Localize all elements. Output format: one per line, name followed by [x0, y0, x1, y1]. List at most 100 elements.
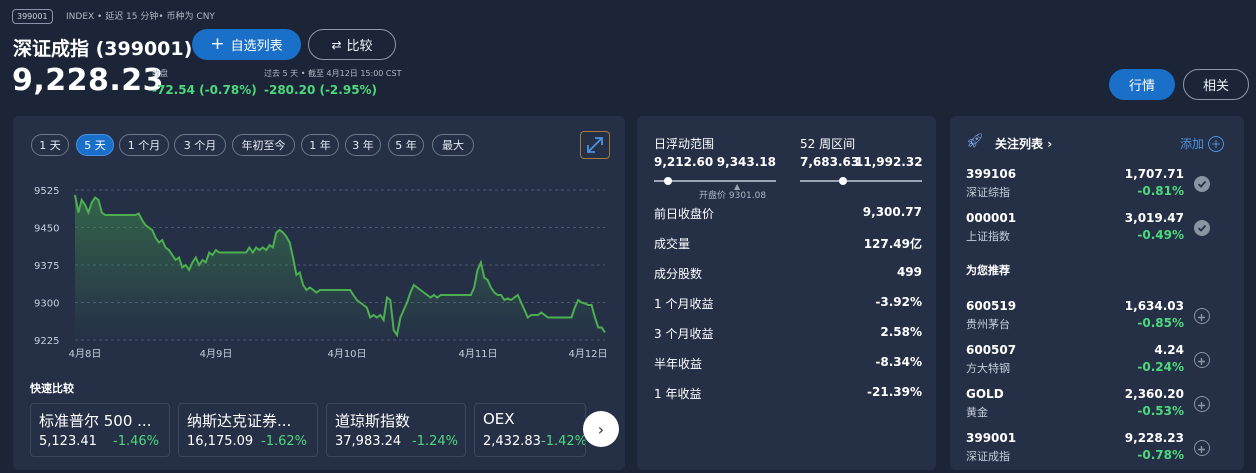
- symbol-price: 1,634.03: [1124, 299, 1184, 313]
- symbol-name: 方大特钢: [966, 362, 1010, 375]
- week52-bar: [800, 180, 922, 182]
- symbol-price: 1,707.71: [1124, 167, 1184, 181]
- watchlist-row[interactable]: 000001 上证指数 3,019.47 -0.49%: [966, 211, 1210, 247]
- stat-row: 1 个月收益 -3.92%: [654, 295, 922, 315]
- card-price: 16,175.09: [187, 434, 254, 449]
- plus-circle-icon: +: [1208, 135, 1225, 152]
- card-change: -1.24%: [412, 434, 458, 449]
- quick-compare-card[interactable]: 标准普尔 500 ... 5,123.41 -1.46%: [30, 403, 170, 457]
- watchlist-row[interactable]: 600507 方大特钢 4.24 -0.24%: [966, 343, 1210, 379]
- symbol-code: 600507: [966, 343, 1017, 357]
- symbol-name: 深证综指: [966, 186, 1010, 199]
- card-change: -1.42%: [541, 434, 586, 449]
- plus-circle-icon[interactable]: [1194, 352, 1210, 368]
- card-price: 5,123.41: [39, 434, 97, 449]
- week52-label: 52 周区间: [800, 137, 856, 151]
- price-area: [75, 195, 605, 340]
- x-tick-label: 4月10日: [327, 348, 366, 360]
- plus-circle-icon[interactable]: [1194, 440, 1210, 456]
- day-range-label: 日浮动范围: [654, 137, 715, 151]
- x-tick-label: 4月8日: [69, 348, 102, 360]
- price-chart[interactable]: 9525 9450 9375 9300 9225 4月8日 4月9日 4月10日 4月11日 4月…: [0, 0, 625, 370]
- check-circle-icon[interactable]: [1194, 176, 1210, 192]
- symbol-change: -0.49%: [1137, 228, 1184, 242]
- symbol-change: -0.24%: [1137, 360, 1184, 374]
- quick-compare-title: 快速比较: [30, 382, 74, 395]
- symbol-code: 399106: [966, 167, 1017, 181]
- stat-label: 1 年收益: [654, 387, 702, 401]
- stat-label: 1 个月收益: [654, 297, 714, 311]
- card-name: 纳斯达克证券...: [187, 412, 292, 430]
- stat-value: -8.34%: [875, 355, 922, 369]
- chevron-right-icon: ›: [597, 419, 605, 439]
- rocket-icon: 🚀︎: [966, 133, 984, 149]
- watchlist-row[interactable]: 399001 深证成指 9,228.23 -0.78%: [966, 431, 1210, 467]
- watchlist-title-text: 关注列表: [995, 137, 1044, 151]
- symbol-code: GOLD: [966, 387, 1004, 401]
- watchlist-row[interactable]: GOLD 黄金 2,360.20 -0.53%: [966, 387, 1210, 423]
- card-price: 37,983.24: [335, 434, 402, 449]
- x-tick-label: 4月9日: [200, 348, 233, 360]
- day-range-bar: [654, 180, 776, 182]
- next-button[interactable]: ›: [583, 411, 619, 447]
- stat-value: 2.58%: [880, 325, 922, 339]
- check-circle-icon[interactable]: [1194, 220, 1210, 236]
- symbol-price: 2,360.20: [1124, 387, 1184, 401]
- week52-high: 11,992.32: [855, 155, 923, 169]
- stat-label: 成分股数: [654, 267, 703, 281]
- y-tick-label: 9225: [34, 336, 59, 347]
- tab-quote[interactable]: 行情: [1109, 69, 1175, 100]
- card-change: -1.46%: [113, 434, 159, 449]
- symbol-price: 3,019.47: [1124, 211, 1184, 225]
- quick-compare-card[interactable]: 纳斯达克证券... 16,175.09 -1.62%: [178, 403, 318, 457]
- watchlist-title[interactable]: 关注列表 ›: [995, 135, 1052, 152]
- watchlist-add-button[interactable]: 添加 +: [1180, 135, 1225, 152]
- stat-label: 前日收盘价: [654, 207, 715, 221]
- symbol-price: 9,228.23: [1124, 431, 1184, 445]
- stat-value: 9,300.77: [862, 205, 922, 219]
- stat-row: 前日收盘价 9,300.77: [654, 205, 922, 225]
- stat-row: 1 年收益 -21.39%: [654, 385, 922, 405]
- symbol-price: 4.24: [1154, 343, 1184, 357]
- day-range-marker: [664, 177, 672, 185]
- card-name: 道琼斯指数: [335, 412, 411, 430]
- plus-circle-icon[interactable]: [1194, 396, 1210, 412]
- stat-row: 成分股数 499: [654, 265, 922, 285]
- card-price: 2,432.83: [483, 434, 541, 449]
- y-tick-label: 9375: [34, 261, 59, 272]
- card-name: OEX: [483, 410, 515, 428]
- quick-compare-card[interactable]: 道琼斯指数 37,983.24 -1.24%: [326, 403, 466, 457]
- symbol-code: 399001: [966, 431, 1017, 445]
- week52-marker: [839, 177, 847, 185]
- symbol-name: 黄金: [966, 406, 988, 419]
- symbol-change: -0.85%: [1137, 316, 1184, 330]
- open-price-label: 开盘价 9301.08: [699, 191, 767, 201]
- stat-label: 半年收益: [654, 357, 703, 371]
- x-tick-label: 4月11日: [458, 348, 497, 360]
- stats-panel: [637, 116, 936, 470]
- watchlist-row[interactable]: 399106 深证综指 1,707.71 -0.81%: [966, 167, 1210, 203]
- quick-compare-card[interactable]: OEX 2,432.83 -1.42%: [474, 403, 586, 457]
- day-low: 9,212.60: [654, 155, 714, 169]
- tab-related[interactable]: 相关: [1183, 69, 1249, 100]
- y-tick-label: 9525: [34, 186, 59, 197]
- stat-label: 成交量: [654, 237, 691, 251]
- symbol-name: 上证指数: [966, 230, 1010, 243]
- symbol-change: -0.78%: [1137, 448, 1184, 462]
- y-tick-label: 9450: [34, 224, 59, 235]
- stat-value: 499: [896, 265, 922, 279]
- week52-low: 7,683.63: [800, 155, 860, 169]
- symbol-change: -0.81%: [1137, 184, 1184, 198]
- card-change: -1.62%: [261, 434, 307, 449]
- watchlist-row[interactable]: 600519 贵州茅台 1,634.03 -0.85%: [966, 299, 1210, 335]
- symbol-name: 贵州茅台: [966, 318, 1010, 331]
- symbol-code: 600519: [966, 299, 1017, 313]
- stat-row: 成交量 127.49亿: [654, 235, 922, 255]
- plus-circle-icon[interactable]: [1194, 308, 1210, 324]
- stat-row: 半年收益 -8.34%: [654, 355, 922, 375]
- chevron-right-icon: ›: [1047, 137, 1053, 151]
- stat-value: -3.92%: [875, 295, 922, 309]
- stat-label: 3 个月收益: [654, 327, 714, 341]
- card-name: 标准普尔 500 ...: [39, 412, 152, 430]
- y-tick-label: 9300: [34, 299, 59, 310]
